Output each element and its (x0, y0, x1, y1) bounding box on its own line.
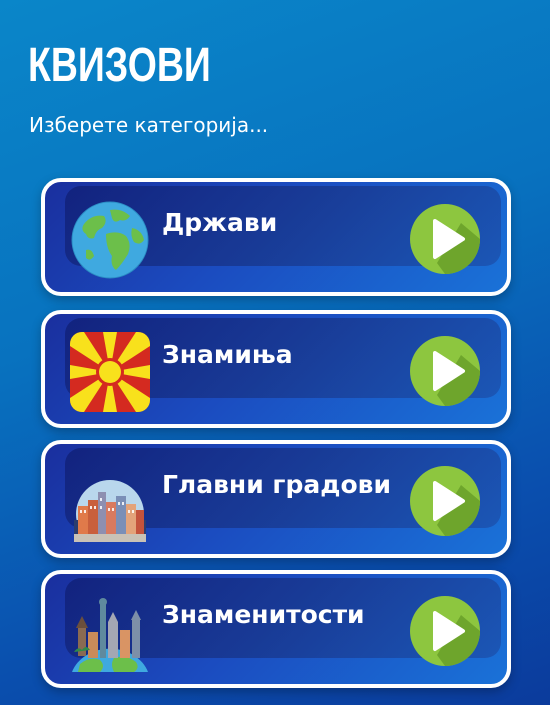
play-button[interactable] (409, 203, 481, 275)
city-skyline-icon (70, 462, 150, 542)
category-label: Главни градови (162, 470, 391, 499)
category-card-capitals[interactable]: Главни градови (41, 440, 511, 558)
macedonia-flag-icon (70, 332, 150, 412)
play-button[interactable] (409, 465, 481, 537)
category-label: Знамиња (162, 340, 293, 369)
category-label: Држави (162, 208, 278, 237)
page-subtitle: Изберете категорија... (29, 113, 269, 137)
play-button[interactable] (409, 595, 481, 667)
category-card-countries[interactable]: Држави (41, 178, 511, 296)
category-card-landmarks[interactable]: Знаменитости (41, 570, 511, 688)
category-label: Знаменитости (162, 600, 365, 629)
globe-icon (70, 200, 150, 280)
landmarks-globe-icon (70, 592, 150, 672)
category-card-flags[interactable]: Знамиња (41, 310, 511, 428)
page-title: КВИЗОВИ (28, 39, 211, 92)
play-button[interactable] (409, 335, 481, 407)
